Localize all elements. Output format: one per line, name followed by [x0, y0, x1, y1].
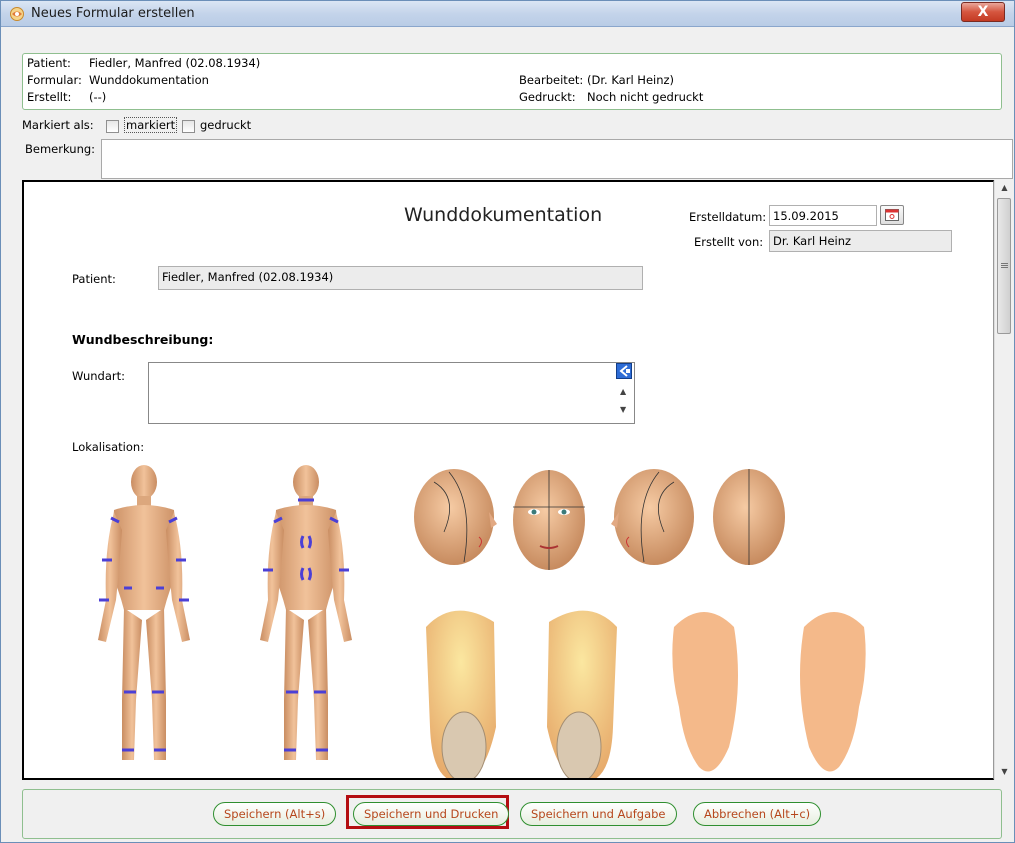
- save-and-task-button[interactable]: Speichern und Aufgabe: [520, 802, 677, 826]
- head-left-side: [611, 469, 694, 565]
- wundart-label: Wundart:: [72, 369, 125, 383]
- form-info-panel: Patient: Fiedler, Manfred (02.08.1934) F…: [22, 53, 1002, 110]
- marked-as-label: Markiert als:: [22, 118, 94, 132]
- foot-sole-right: [800, 612, 866, 772]
- calendar-button[interactable]: [880, 205, 904, 225]
- form-scrollbar[interactable]: ▲ ▼: [994, 180, 1013, 780]
- markiert-checkbox-label[interactable]: markiert: [124, 117, 178, 133]
- bemerkung-label: Bemerkung:: [25, 142, 96, 156]
- gedruckt-checkbox[interactable]: [182, 120, 195, 133]
- expand-icon[interactable]: [616, 363, 632, 379]
- head-back: [713, 469, 785, 565]
- erstellt-von-field: Dr. Karl Heinz: [769, 230, 952, 252]
- foot-sole-left: [672, 612, 738, 772]
- patient-info-label: Patient:: [27, 56, 71, 70]
- cancel-button[interactable]: Abbrechen (Alt+c): [693, 802, 822, 826]
- body-front-figure[interactable]: [84, 460, 204, 780]
- markiert-checkbox[interactable]: [106, 120, 119, 133]
- gedruckt-value: Noch nicht gedruckt: [587, 90, 704, 104]
- foot-top-left: [547, 610, 617, 778]
- bearbeitet-label: Bearbeitet:: [519, 73, 584, 87]
- close-button[interactable]: X: [961, 2, 1005, 22]
- bearbeitet-value: (Dr. Karl Heinz): [587, 73, 675, 87]
- lokalisation-label: Lokalisation:: [72, 440, 145, 454]
- patient-label: Patient:: [72, 272, 116, 286]
- wundart-textarea[interactable]: ▲ ▼: [148, 362, 635, 424]
- scroll-thumb[interactable]: [997, 198, 1011, 334]
- patient-info-value: Fiedler, Manfred (02.08.1934): [89, 56, 261, 70]
- app-icon: [10, 7, 24, 21]
- grip-icon: [1001, 263, 1008, 264]
- scroll-up-icon[interactable]: ▲: [995, 180, 1014, 196]
- formular-label: Formular:: [27, 73, 82, 87]
- erstelldatum-label: Erstelldatum:: [689, 210, 767, 224]
- save-and-print-button[interactable]: Speichern und Drucken: [353, 802, 510, 826]
- window-title: Neues Formular erstellen: [31, 6, 195, 21]
- feet-views-figure[interactable]: [404, 597, 874, 780]
- dialog-window: Neues Formular erstellen X Patient: Fied…: [0, 0, 1015, 843]
- erstellt-von-label: Erstellt von:: [694, 235, 764, 249]
- scroll-down-arrow-icon[interactable]: ▼: [620, 405, 626, 414]
- head-views-figure[interactable]: [404, 462, 804, 582]
- patient-field: Fiedler, Manfred (02.08.1934): [158, 266, 643, 290]
- head-right-side: [414, 469, 497, 565]
- form-title: Wunddokumentation: [404, 204, 603, 226]
- title-bar: Neues Formular erstellen X: [1, 1, 1014, 27]
- formular-value: Wunddokumentation: [89, 73, 209, 87]
- erstelldatum-field[interactable]: 15.09.2015: [769, 205, 877, 226]
- erstellt-value: (--): [89, 90, 107, 104]
- body-back-figure[interactable]: [246, 460, 366, 780]
- gedruckt-checkbox-label[interactable]: gedruckt: [200, 118, 251, 132]
- wundbeschreibung-heading: Wundbeschreibung:: [72, 332, 214, 347]
- calendar-icon: [885, 209, 899, 221]
- erstellt-label: Erstellt:: [27, 90, 72, 104]
- wundart-scrollbar[interactable]: ▲ ▼: [614, 363, 634, 423]
- foot-top-right: [426, 610, 496, 778]
- head-front: [513, 470, 585, 570]
- scroll-down-icon[interactable]: ▼: [995, 764, 1014, 780]
- scroll-up-arrow-icon[interactable]: ▲: [620, 387, 626, 396]
- bemerkung-input[interactable]: [101, 139, 1013, 179]
- gedruckt-label: Gedruckt:: [519, 90, 576, 104]
- save-button[interactable]: Speichern (Alt+s): [213, 802, 337, 826]
- button-bar: Speichern (Alt+s) Speichern und Drucken …: [22, 789, 1002, 839]
- form-canvas: Wunddokumentation Erstelldatum: 15.09.20…: [22, 180, 994, 780]
